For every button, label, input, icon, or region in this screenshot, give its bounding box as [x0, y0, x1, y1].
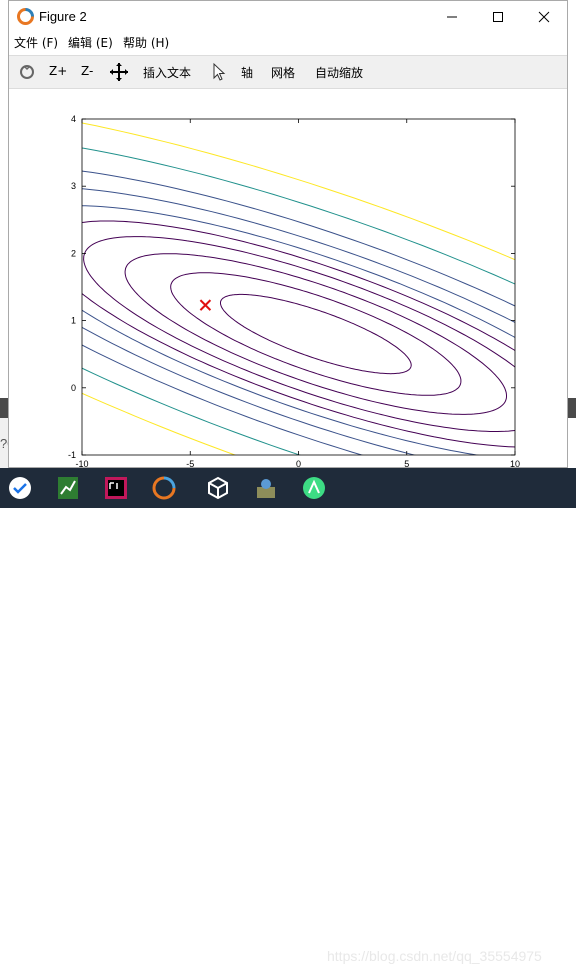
taskbar: https://blog.csdn.net/qq_35554975 [0, 468, 576, 964]
menu-bar: 文件 (F) 编辑 (E) 帮助 (H) [9, 32, 567, 52]
taskbar-app-check[interactable] [4, 472, 36, 504]
contour-line-1 [220, 293, 412, 375]
tool-app-icon [257, 479, 275, 498]
select-pointer-icon[interactable] [209, 62, 229, 82]
x-tick-label: -5 [186, 459, 194, 468]
figure-window: Figure 2 文件 (F) 编辑 (E) 帮助 (H) Z+ Z- 插入文本… [8, 0, 568, 468]
insert-text-button[interactable]: 插入文本 [143, 64, 191, 81]
taskbar-app-rider[interactable] [100, 472, 132, 504]
minimum-marker [199, 299, 212, 311]
contour-line-7 [82, 188, 515, 455]
figure-canvas[interactable]: -10 -5 0 5 10 -1 0 1 2 3 4 [9, 89, 567, 468]
maximize-icon [493, 11, 503, 22]
x-tick-label: 10 [510, 459, 520, 468]
window-title: Figure 2 [39, 9, 87, 24]
zoom-out-button[interactable]: Z- [81, 64, 93, 78]
minimize-button[interactable] [429, 1, 475, 32]
contour-plot[interactable]: -10 -5 0 5 10-101234 [9, 89, 567, 468]
close-icon [538, 11, 550, 22]
rider-app-icon [105, 477, 127, 499]
grid-button[interactable]: 网格 [271, 64, 295, 81]
x-tick-label: -10 [75, 459, 88, 468]
checkmark-app-icon [9, 477, 31, 499]
octave-app-icon [152, 476, 176, 500]
y-tick-label: 0 [71, 383, 76, 393]
octave-logo-icon [17, 8, 34, 25]
y-tick-label: 3 [71, 181, 76, 191]
y-tick-label: 4 [71, 114, 76, 124]
minimize-icon [447, 16, 457, 17]
close-button[interactable] [521, 1, 567, 32]
contour-line-5 [82, 220, 515, 448]
taskbar-app-tool[interactable] [250, 472, 282, 504]
plot-frame [81, 118, 516, 456]
chart-app-icon [58, 477, 78, 499]
menu-edit[interactable]: 编辑 (E) [68, 34, 113, 51]
android-studio-icon [303, 477, 325, 499]
toolbar: Z+ Z- 插入文本 轴 网格 自动缩放 [9, 55, 567, 89]
y-tick-label: 1 [71, 316, 76, 326]
taskbar-app-unity[interactable] [202, 472, 234, 504]
pan-icon[interactable] [109, 62, 129, 82]
y-tick-label: -1 [68, 450, 76, 460]
zoom-in-button[interactable]: Z+ [49, 64, 67, 78]
axes-button[interactable]: 轴 [241, 64, 253, 81]
menu-help[interactable]: 帮助 (H) [123, 34, 169, 51]
watermark-text: https://blog.csdn.net/qq_35554975 [327, 948, 542, 964]
title-bar[interactable]: Figure 2 [9, 1, 567, 32]
menu-file[interactable]: 文件 (F) [14, 34, 58, 51]
rotate-icon[interactable] [17, 62, 37, 82]
taskbar-app-octave[interactable] [148, 472, 180, 504]
maximize-button[interactable] [475, 1, 521, 32]
taskbar-app-android[interactable] [298, 472, 330, 504]
x-tick-label: 5 [404, 459, 409, 468]
taskbar-app-chart[interactable] [52, 472, 84, 504]
autoscale-button[interactable]: 自动缩放 [315, 64, 363, 81]
y-tick-label: 2 [71, 248, 76, 258]
contour-lines [82, 122, 515, 455]
contour-line-3 [124, 253, 507, 415]
x-tick-label: 0 [296, 459, 301, 468]
contour-line-4 [83, 236, 515, 432]
unity-app-icon [208, 476, 228, 500]
